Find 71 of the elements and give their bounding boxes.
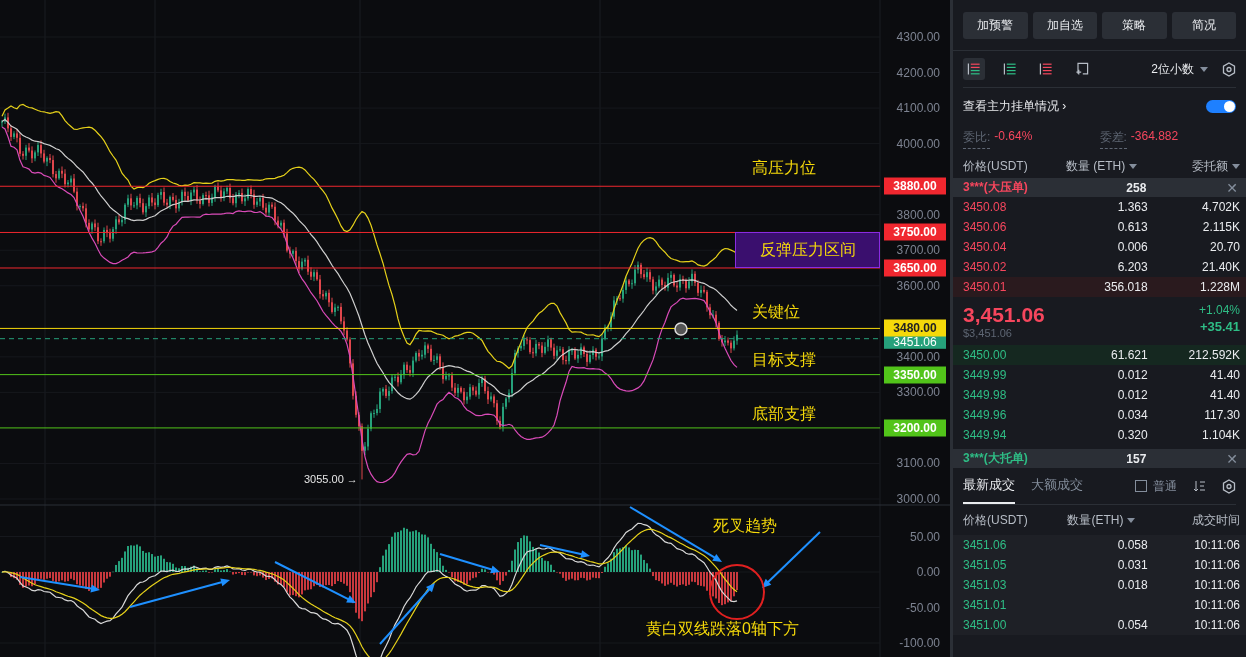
bid-row[interactable]: 3449.94 0.320 1.104K [953, 425, 1246, 445]
price-level-tag: 3480.00 [884, 319, 946, 337]
trade-row: 3451.06 0.058 10:11:06 [953, 535, 1246, 555]
macd-annotation: 死叉趋势 [713, 516, 777, 536]
column-header[interactable]: 委托额 [1192, 157, 1240, 175]
ask-row[interactable]: 3450.01 356.018 1.228M [953, 277, 1246, 297]
macd-axis-label: -100.00 [899, 636, 940, 650]
price-axis-label: 3700.00 [896, 243, 940, 258]
price-axis-label: 4100.00 [896, 101, 940, 116]
ask-row[interactable]: 3450.04 0.006 20.70 [953, 237, 1246, 257]
stat-label: 委比: [963, 129, 991, 149]
stat-value: -364.882 [1130, 129, 1179, 145]
ask-row[interactable]: 3450.06 0.613 2.115K [953, 217, 1246, 237]
bid-row[interactable]: 3449.98 0.012 41.40 [953, 385, 1246, 405]
price-axis-label: 3800.00 [896, 207, 940, 222]
price-axis-label: 4300.00 [896, 30, 940, 44]
trade-row: 3451.03 0.018 10:11:06 [953, 575, 1246, 595]
action-button[interactable]: 加预警 [963, 12, 1028, 39]
change-amount: +35.41 [1199, 319, 1240, 334]
bid-row[interactable]: 3449.99 0.012 41.40 [953, 365, 1246, 385]
change-percent: +1.04% [1198, 303, 1240, 317]
level-annotation: 关键位 [752, 301, 800, 322]
precision-dropdown[interactable]: 2位小数 [1151, 60, 1208, 78]
macd-axis-label: -50.00 [905, 600, 940, 615]
column-header: 成交时间 [1192, 511, 1240, 529]
level-annotation: 底部支撑 [752, 403, 816, 424]
stat-label: 委差: [1099, 129, 1127, 149]
column-header: 价格(USDT) [963, 511, 1028, 529]
level-annotation: 目标支撑 [752, 349, 816, 370]
price-level-tag: 3650.00 [884, 259, 946, 277]
price-level-tag: 3350.00 [884, 366, 946, 384]
trade-row: 3451.05 0.031 10:11:06 [953, 555, 1246, 575]
last-price: 3,451.06 [963, 303, 1045, 327]
low-price-label: 3055.00 → [304, 473, 358, 486]
trade-row: 3451.01 10:11:06 [953, 595, 1246, 615]
level-annotation: 高压力位 [752, 158, 816, 178]
price-axis-label: 4200.00 [896, 65, 940, 80]
close-icon[interactable]: ✕ [1226, 450, 1238, 467]
price-axis-label: 3600.00 [896, 278, 940, 293]
action-button[interactable]: 策略 [1102, 12, 1167, 39]
bid-row[interactable]: 3450.00 61.621 212.592K [953, 345, 1246, 365]
large-ask-bar: 3***(大压单) 258 ✕ [953, 178, 1246, 197]
column-header: 价格(USDT) [963, 157, 1028, 175]
main-orders-link[interactable]: 查看主力挂单情况 › [963, 97, 1067, 115]
price-level-tag: 3750.00 [884, 223, 946, 241]
price-axis-label: 4000.00 [896, 136, 940, 151]
macd-axis-label: 0.00 [916, 565, 940, 579]
usd-price: $3,451.06 [963, 327, 1013, 339]
action-button[interactable]: 加自选 [1032, 12, 1097, 39]
trades-tab[interactable]: 最新成交 [963, 468, 1015, 504]
price-axis-label: 3300.00 [896, 385, 940, 400]
ask-row[interactable]: 3450.08 1.363 4.702K [953, 197, 1246, 217]
price-axis-label: 3000.00 [896, 492, 940, 506]
price-axis-label: 3100.00 [896, 456, 940, 471]
action-button[interactable]: 简况 [1171, 12, 1236, 39]
macd-axis-label: 50.00 [909, 529, 940, 544]
bid-row[interactable]: 3449.96 0.034 117.30 [953, 405, 1246, 425]
trade-row: 3451.00 0.054 10:11:06 [953, 615, 1246, 635]
stat-value: -0.64% [994, 129, 1033, 145]
large-bid-bar: 3***(大托单) 157 ✕ [953, 449, 1246, 468]
price-level-tag: 3200.00 [884, 419, 946, 437]
normal-filter-checkbox[interactable]: 普通 [1135, 477, 1177, 495]
ask-row[interactable]: 3450.02 6.203 21.40K [953, 257, 1246, 277]
trades-tab[interactable]: 大额成交 [1031, 468, 1083, 504]
price-axis-label: 3400.00 [896, 349, 940, 364]
column-header[interactable]: 数量 (ETH) [1065, 157, 1138, 175]
price-level-tag: 3880.00 [884, 177, 946, 195]
close-icon[interactable]: ✕ [1226, 179, 1238, 196]
macd-annotation: 黄白双线跌落0轴下方 [646, 619, 799, 639]
column-header[interactable]: 数量(ETH) [1067, 511, 1136, 529]
resistance-zone: 反弹压力区间 [735, 232, 880, 268]
